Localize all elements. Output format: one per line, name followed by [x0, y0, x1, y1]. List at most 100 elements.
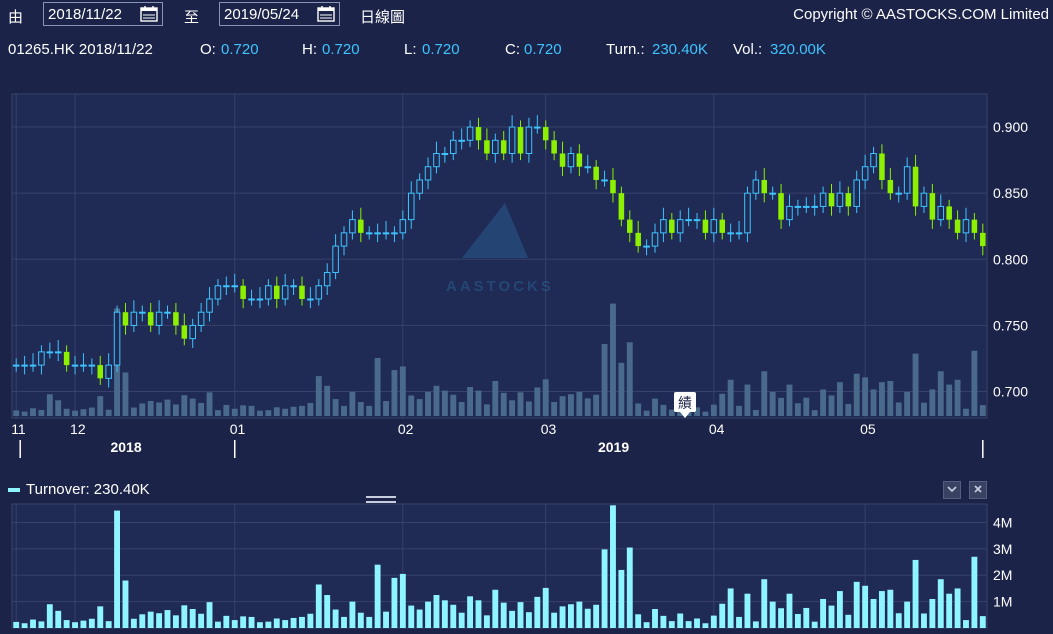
candle-body — [46, 351, 54, 354]
candle-body — [744, 192, 751, 234]
from-date-value: 2018/11/22 — [48, 6, 122, 23]
candle-body — [248, 298, 255, 301]
date-range-toolbar: 由 2018/11/22 至 2019/05/24 日線圖 Copyright … — [0, 0, 1053, 30]
volume-bar — [492, 380, 499, 416]
turnover-bar — [593, 604, 600, 628]
turnover-bar — [46, 604, 53, 628]
turnover-bar — [315, 584, 322, 628]
candle-body — [542, 127, 549, 141]
volume-bar — [172, 404, 179, 416]
volume-bar — [231, 408, 238, 416]
candle-body — [88, 364, 96, 367]
turnover-bar — [618, 569, 625, 628]
volume-bar — [341, 405, 347, 416]
volume-bar — [483, 404, 490, 416]
year-label: 2019 — [598, 439, 629, 455]
volume-bar — [290, 406, 297, 416]
turnover-bar — [282, 620, 289, 628]
volume-bar — [332, 399, 339, 416]
calendar-icon[interactable] — [140, 6, 158, 22]
volume-bar — [895, 402, 902, 416]
turnover-bar — [181, 605, 188, 628]
open-value: 0.720 — [221, 41, 259, 58]
candle-body — [508, 126, 516, 155]
turnover-bar — [786, 593, 793, 628]
volume-bar — [652, 398, 658, 416]
candle-body — [794, 205, 802, 208]
candle-body — [54, 351, 62, 354]
turnover-y-tick-label: 3M — [993, 541, 1012, 557]
y-tick-label: 0.900 — [993, 119, 1028, 135]
y-tick-label: 0.800 — [993, 251, 1028, 267]
close-value: 0.720 — [524, 41, 562, 58]
volume-bar — [568, 394, 574, 416]
candle-body — [441, 153, 449, 156]
turnover-bar — [408, 605, 415, 628]
turnover-bar — [778, 608, 785, 628]
turnover-bar — [139, 614, 146, 628]
turnover-bar — [744, 593, 751, 628]
turnover-chart[interactable]: 4M 3M 2M 1M — [0, 478, 1053, 634]
turnover-bar — [458, 612, 465, 628]
volume-bar — [946, 384, 953, 416]
volume-bar — [643, 410, 650, 416]
volume-bar — [912, 353, 919, 416]
candle-body — [181, 325, 188, 339]
candle-body — [374, 232, 381, 235]
volume-bar — [156, 402, 163, 416]
turnover-bar — [979, 616, 986, 628]
volume-bar — [189, 398, 196, 416]
candle-body — [12, 364, 20, 367]
volume-bar — [559, 396, 566, 416]
volume-bar — [862, 377, 869, 416]
turnover-bar — [517, 602, 524, 628]
turnover-bar — [198, 613, 205, 628]
turnover-bar — [971, 556, 978, 628]
from-date-input[interactable]: 2018/11/22 — [43, 2, 163, 26]
turnover-bar — [710, 615, 717, 628]
volume-bar — [38, 409, 45, 416]
candle-body — [231, 285, 239, 288]
turnover-bar — [172, 615, 179, 628]
volume-bar — [794, 403, 801, 416]
price-chart[interactable]: 0.900 0.850 0.800 0.750 0.700 11 12 01 02 03 04 05 2… — [0, 88, 1053, 468]
close-label: C: — [505, 41, 520, 58]
candle-body — [407, 192, 415, 221]
period-selector[interactable]: 日線圖 — [360, 6, 405, 27]
to-date-input[interactable]: 2019/05/24 — [219, 2, 340, 26]
volume-bar — [257, 410, 263, 416]
candle-body — [122, 312, 129, 326]
turnover-bar — [912, 559, 919, 628]
candle-body — [214, 285, 222, 300]
candle-body — [836, 192, 844, 207]
to-date-value: 2019/05/24 — [224, 6, 300, 23]
turnover-bar — [72, 622, 78, 628]
candle-body — [21, 364, 28, 367]
candle-body — [525, 126, 533, 155]
candle-body — [803, 205, 810, 208]
volume-bar — [509, 400, 516, 416]
turnover-bar — [853, 581, 860, 628]
turnover-bar — [223, 615, 230, 628]
candle-body — [307, 298, 314, 301]
candle-body — [903, 166, 911, 194]
turnover-bar — [870, 598, 877, 628]
turnover-bar — [105, 621, 112, 628]
turnover-bar — [921, 613, 927, 628]
turnover-bar — [702, 623, 709, 628]
volume-bar — [710, 404, 717, 416]
volume-bar — [425, 391, 431, 416]
candle-body — [273, 285, 280, 299]
turnover-bar — [752, 621, 759, 628]
volume-bar — [441, 390, 448, 416]
candle-body — [323, 272, 331, 287]
calendar-icon[interactable] — [317, 6, 335, 22]
turnover-bar — [803, 607, 810, 628]
candle-body — [769, 192, 776, 195]
candle-body — [752, 179, 760, 194]
candle-body — [449, 139, 457, 155]
volume-bar — [878, 382, 885, 416]
volume-bar — [584, 398, 591, 416]
candle-body — [416, 179, 423, 194]
candle-body — [173, 312, 179, 326]
